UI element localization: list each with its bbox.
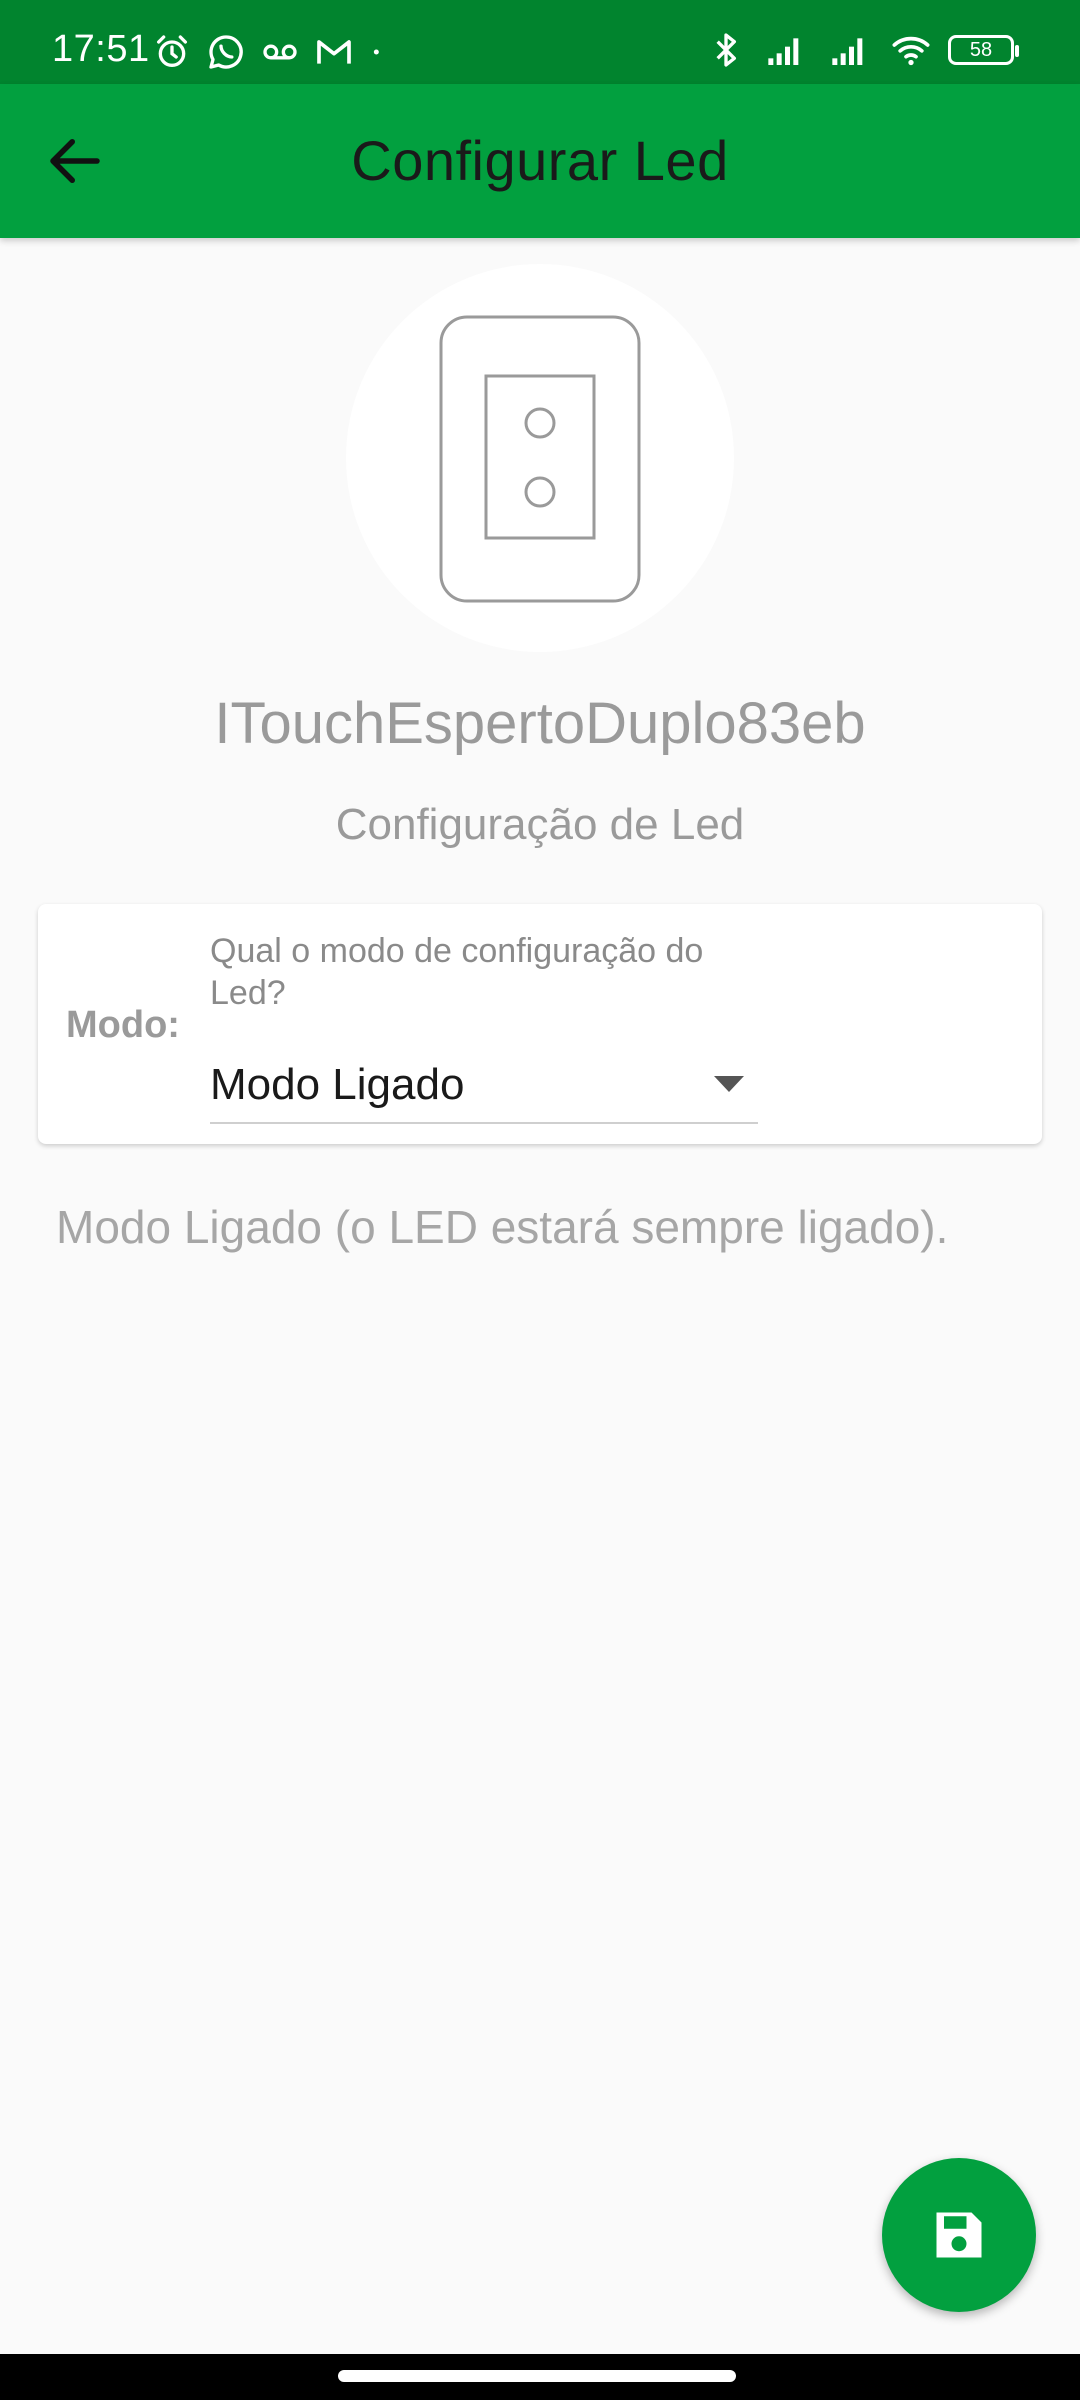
signal-icon — [832, 38, 863, 65]
mode-dropdown[interactable]: Modo Ligado — [210, 1044, 758, 1124]
status-bar: 17:51 58 — [0, 0, 1080, 84]
voicemail-icon — [263, 44, 297, 60]
system-icons: 58 — [706, 30, 1019, 70]
page-title: Configurar Led — [351, 129, 729, 192]
mode-question: Qual o modo de configuração do Led? — [210, 932, 704, 1012]
save-icon — [936, 2212, 982, 2258]
status-time: 17:51 — [52, 28, 150, 70]
battery-level: 58 — [969, 39, 993, 61]
dropdown-arrow-icon — [714, 1076, 744, 1092]
alarm-icon — [157, 35, 187, 67]
gmail-icon — [317, 40, 351, 64]
save-button[interactable] — [882, 2158, 1036, 2312]
app-bar: Configurar Led — [0, 84, 1080, 238]
mode-selected-value: Modo Ligado — [210, 1060, 465, 1109]
mode-label: Modo: — [66, 1004, 180, 1046]
device-image — [346, 264, 734, 652]
battery-icon: 58 — [948, 35, 1019, 65]
wifi-icon — [892, 36, 930, 66]
signal-icon — [768, 38, 799, 65]
double-switch-icon — [439, 315, 641, 603]
notification-icons — [152, 32, 388, 72]
navigation-bar — [0, 2354, 1080, 2400]
whatsapp-icon — [209, 35, 243, 69]
dot-icon — [373, 49, 379, 55]
section-title: Configuração de Led — [335, 800, 745, 849]
device-name: ITouchEspertoDuplo83eb — [214, 691, 866, 756]
home-indicator[interactable] — [338, 2370, 736, 2382]
mode-card: Modo: Qual o modo de configuração do Led… — [38, 904, 1042, 1144]
bluetooth-icon — [716, 33, 736, 67]
mode-description: Modo Ligado (o LED estará sempre ligado)… — [56, 1201, 949, 1253]
